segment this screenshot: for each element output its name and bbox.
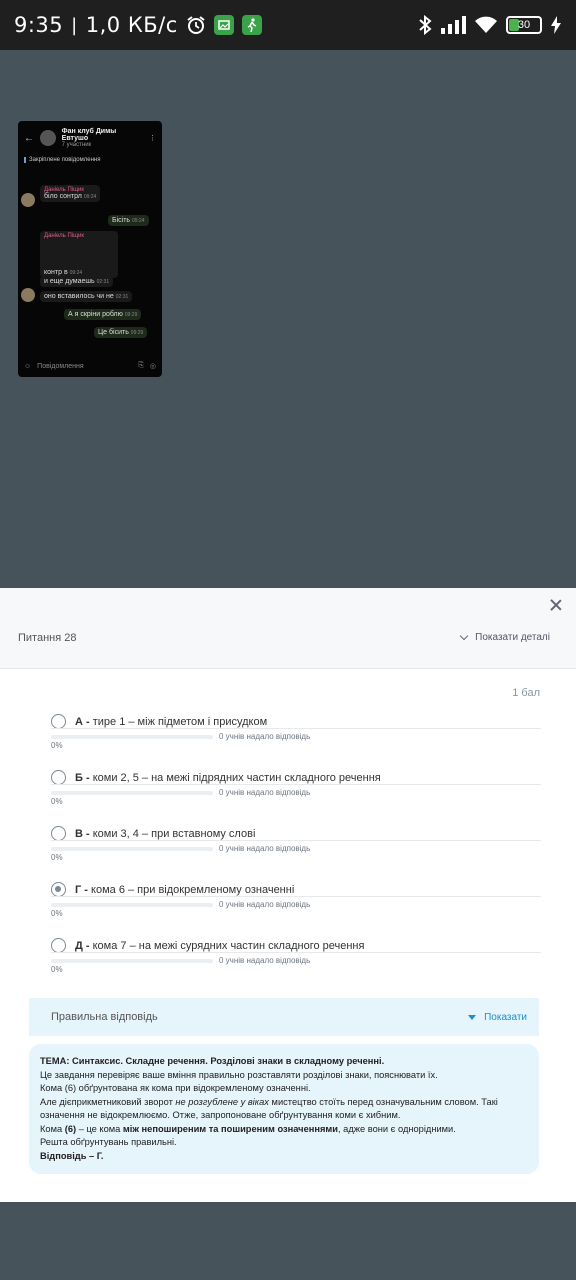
status-separator: | [71, 14, 78, 36]
chat-screenshot-thumbnail[interactable]: ← Фан клуб Димы Евтушо 7 участник ⋮ Закр… [18, 121, 162, 377]
option-text: тире 1 – між підметом і присудком [92, 715, 268, 728]
option-radio[interactable] [51, 826, 66, 841]
explanation-text: Це завдання перевіряє ваше вміння правил… [40, 1069, 438, 1080]
wifi-icon [474, 16, 498, 34]
option-radio[interactable] [51, 714, 66, 729]
answer-percent: 0% [51, 909, 63, 918]
option-text: коми 3, 4 – при вставному слові [92, 827, 256, 840]
question-details-sheet: Питання 28 Показати деталі 1 бал А - тир… [0, 588, 576, 1202]
option-radio[interactable] [51, 770, 66, 785]
option-letter: Б - [75, 771, 90, 784]
explanation-text: означення не відокремлюємо. Отже, запроп… [40, 1110, 401, 1120]
question-title: Питання 28 [18, 632, 77, 644]
points-label: 1 бал [512, 687, 540, 699]
answered-count: 0 учнів надало відповідь [219, 900, 311, 909]
alarm-clock-icon [186, 15, 206, 35]
answer-percent: 0% [51, 797, 63, 806]
correct-answer-panel: Правильна відповідь Показати [29, 998, 539, 1036]
option-text: коми 2, 5 – на межі підрядних частин скл… [92, 771, 381, 784]
explanation-text: Решта обґрунтувань правильні. [40, 1137, 177, 1147]
answer-option[interactable]: Б - коми 2, 5 – на межі підрядних частин… [51, 770, 541, 806]
answered-count: 0 учнів надало відповідь [219, 956, 311, 965]
app-notification-icon [213, 15, 234, 35]
sheet-header: Питання 28 Показати деталі [0, 588, 576, 669]
chat-message: А я скріни роблю 09:29 [64, 309, 142, 320]
answer-progress-bar [51, 903, 213, 907]
answer-progress-bar [51, 791, 213, 795]
explanation-text: Кома (6) – це кома між непоширеним та по… [40, 1123, 456, 1134]
explanation-topic: ТЕМА: Синтаксис. Складне речення. Розділ… [40, 1056, 385, 1066]
show-details-label: Показати деталі [475, 632, 550, 643]
option-text: кома 7 – на межі сурядних частин складно… [92, 939, 365, 952]
chat-input-bar[interactable]: ☺ Повідомлення ⎘ ◎ [18, 355, 162, 377]
option-radio[interactable] [51, 938, 66, 953]
pinned-message: Закріплене повідомлення [24, 157, 156, 163]
show-details-button[interactable]: Показати деталі [459, 631, 550, 643]
battery-level: 30 [517, 19, 531, 31]
chat-message: Бісіть 09:24 [108, 215, 149, 226]
option-letter: А - [75, 715, 90, 728]
answer-option[interactable]: Г - кома 6 – при відокремленому означенн… [51, 882, 541, 918]
show-answer-button[interactable]: Показати [468, 1012, 527, 1023]
show-answer-label: Показати [484, 1011, 527, 1023]
user-avatar [21, 193, 35, 207]
group-avatar [40, 130, 56, 146]
status-bar: 9:35 | 1,0 КБ/с 30 [0, 0, 576, 50]
explanation-box: ТЕМА: Синтаксис. Складне речення. Розділ… [29, 1044, 539, 1174]
answered-count: 0 учнів надало відповідь [219, 788, 311, 797]
answer-percent: 0% [51, 965, 63, 974]
answer-percent: 0% [51, 853, 63, 862]
answered-count: 0 учнів надало відповідь [219, 844, 311, 853]
status-network-speed: 1,0 КБ/с [85, 13, 178, 37]
chat-input[interactable]: Повідомлення [37, 363, 84, 370]
explanation-text: Кома (6) обґрунтована як кома при відокр… [40, 1083, 311, 1093]
answer-percent: 0% [51, 741, 63, 750]
chat-title: Фан клуб Димы Евтушо [61, 128, 117, 142]
walking-activity-icon [241, 15, 262, 35]
close-icon[interactable] [548, 598, 564, 614]
caret-down-icon [468, 1014, 477, 1020]
correct-answer-label: Правильна відповідь [51, 1011, 158, 1023]
chat-message: и еще думаешь 02:31 [40, 276, 114, 287]
explanation-answer: Відповідь – Г. [40, 1150, 104, 1161]
bluetooth-icon [418, 15, 432, 35]
answer-option[interactable]: А - тире 1 – між підметом і присудком 0 … [51, 714, 541, 750]
answer-option[interactable]: Д - кома 7 – на межі сурядних частин скл… [51, 938, 541, 974]
chat-message: Це бісить 09:29 [94, 327, 148, 338]
chat-subtitle: 7 участник [61, 142, 92, 148]
answer-option[interactable]: В - коми 3, 4 – при вставному слові 0 уч… [51, 826, 541, 862]
chat-message: Даніель Піщик біло сонтрл 09:24 [40, 185, 101, 202]
status-time: 9:35 [14, 13, 64, 37]
option-letter: В - [75, 827, 90, 840]
answer-progress-bar [51, 847, 213, 851]
camera-icon[interactable]: ◎ [150, 362, 156, 370]
chat-message: оно вставилось чи не 02:31 [40, 291, 133, 302]
chat-header: ← Фан клуб Димы Евтушо 7 участник ⋮ [18, 121, 162, 155]
chat-message: Даніель Піщик контр в 09:24 [40, 231, 118, 278]
answer-progress-bar [51, 735, 213, 739]
chevron-down-icon [459, 631, 469, 641]
emoji-icon[interactable]: ☺ [24, 363, 31, 370]
battery-icon: 30 [506, 16, 542, 34]
option-letter: Д - [75, 939, 90, 952]
option-letter: Г - [75, 883, 88, 896]
signal-strength-icon [440, 16, 466, 34]
answer-progress-bar [51, 959, 213, 963]
answered-count: 0 учнів надало відповідь [219, 732, 311, 741]
option-radio-selected[interactable] [51, 882, 66, 897]
option-text: кома 6 – при відокремленому означенні [91, 883, 295, 896]
back-arrow-icon: ← [24, 132, 34, 144]
attach-icon[interactable]: ⎘ [138, 362, 144, 370]
more-vertical-icon: ⋮ [149, 135, 156, 142]
explanation-text: Але дієприкметниковий зворот не розгубле… [40, 1096, 498, 1107]
user-avatar [21, 288, 35, 302]
charging-bolt-icon [550, 16, 562, 34]
